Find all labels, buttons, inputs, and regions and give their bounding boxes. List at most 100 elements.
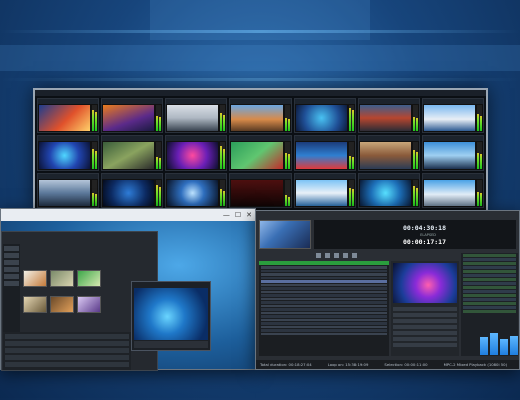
multiviewer-tile[interactable] xyxy=(37,135,100,171)
list-item[interactable] xyxy=(261,304,387,307)
list-item[interactable] xyxy=(463,258,516,261)
table-row[interactable] xyxy=(5,348,129,353)
folder-item[interactable] xyxy=(4,281,19,286)
minimize-button[interactable]: — xyxy=(223,209,230,221)
list-item[interactable] xyxy=(261,301,387,304)
table-row[interactable] xyxy=(5,334,129,339)
multiviewer-tile[interactable] xyxy=(357,172,420,208)
loop-icon[interactable] xyxy=(352,252,357,258)
remaining-timer: 00:00:17:17 xyxy=(402,238,446,246)
program-preview[interactable] xyxy=(259,220,311,249)
list-item[interactable] xyxy=(261,280,387,283)
device-name: MPC-2 Mixed Playback (1080i 50) xyxy=(443,362,508,367)
list-item[interactable] xyxy=(261,290,387,293)
list-item[interactable] xyxy=(261,269,387,272)
media-thumbnail[interactable] xyxy=(77,296,101,313)
list-item[interactable] xyxy=(463,298,516,301)
media-thumbnail[interactable] xyxy=(23,270,47,287)
list-item[interactable] xyxy=(261,332,387,335)
close-button[interactable]: ✕ xyxy=(246,209,252,221)
tile-video xyxy=(423,142,475,169)
multiviewer-tile[interactable] xyxy=(293,172,356,208)
multiviewer-tile[interactable] xyxy=(357,98,420,134)
maximize-button[interactable]: ☐ xyxy=(235,209,241,221)
list-item[interactable] xyxy=(463,286,516,289)
list-item[interactable] xyxy=(463,278,516,281)
list-item[interactable] xyxy=(261,297,387,300)
video-preview[interactable] xyxy=(134,288,208,340)
list-item[interactable] xyxy=(463,274,516,277)
list-item[interactable] xyxy=(261,311,387,314)
list-item[interactable] xyxy=(463,254,516,257)
folder-item[interactable] xyxy=(4,246,19,251)
multiviewer-tile[interactable] xyxy=(357,135,420,171)
multiviewer-tile[interactable] xyxy=(229,172,292,208)
multiviewer-tile[interactable] xyxy=(165,98,228,134)
list-item[interactable] xyxy=(463,266,516,269)
list-item[interactable] xyxy=(261,273,387,276)
pause-icon[interactable] xyxy=(325,252,330,258)
folder-item[interactable] xyxy=(4,267,19,272)
list-item[interactable] xyxy=(261,276,387,279)
list-item[interactable] xyxy=(463,282,516,285)
list-item[interactable] xyxy=(261,294,387,297)
multiviewer-tile[interactable] xyxy=(37,98,100,134)
multiviewer-tile[interactable] xyxy=(421,172,484,208)
list-item[interactable] xyxy=(463,306,516,309)
tile-video xyxy=(359,179,411,206)
list-item[interactable] xyxy=(463,302,516,305)
background-panel xyxy=(150,0,370,40)
multiviewer-tile[interactable] xyxy=(101,98,164,134)
audio-level-meter xyxy=(156,142,162,169)
multiviewer-tile[interactable] xyxy=(101,172,164,208)
stop-icon[interactable] xyxy=(334,252,339,258)
list-item[interactable] xyxy=(261,283,387,286)
list-item[interactable] xyxy=(261,308,387,311)
list-item[interactable] xyxy=(463,290,516,293)
tile-video xyxy=(423,105,475,132)
list-item[interactable] xyxy=(261,266,387,269)
list-item[interactable] xyxy=(261,322,387,325)
tile-video xyxy=(231,142,283,169)
multiviewer-tile[interactable] xyxy=(101,135,164,171)
media-thumbnail[interactable] xyxy=(23,296,47,313)
clip-video[interactable] xyxy=(393,263,457,303)
media-thumbnail[interactable] xyxy=(77,270,101,287)
multiviewer-tile[interactable] xyxy=(165,135,228,171)
folder-item[interactable] xyxy=(4,253,19,258)
multiviewer-tile[interactable] xyxy=(229,98,292,134)
multiviewer-tile[interactable] xyxy=(37,172,100,208)
list-item[interactable] xyxy=(261,287,387,290)
multiviewer-tile[interactable] xyxy=(229,135,292,171)
desktop-wallpaper xyxy=(1,221,255,371)
multiviewer-tile[interactable] xyxy=(165,172,228,208)
folder-item[interactable] xyxy=(4,274,19,279)
list-item[interactable] xyxy=(261,329,387,332)
skip-icon[interactable] xyxy=(343,252,348,258)
table-row[interactable] xyxy=(5,355,129,360)
table-row[interactable] xyxy=(5,362,129,367)
total-duration: Total duration: 00:18:27:04 xyxy=(260,362,312,367)
list-item[interactable] xyxy=(261,318,387,321)
multiviewer-tile[interactable] xyxy=(293,98,356,134)
multiviewer-tile[interactable] xyxy=(421,98,484,134)
list-item[interactable] xyxy=(261,315,387,318)
list-item[interactable] xyxy=(463,262,516,265)
tile-label-bar xyxy=(422,99,483,104)
list-item[interactable] xyxy=(463,310,516,313)
multiviewer-tile[interactable] xyxy=(293,135,356,171)
list-item[interactable] xyxy=(463,270,516,273)
multiviewer-tile[interactable] xyxy=(421,135,484,171)
player-controls[interactable] xyxy=(134,341,208,348)
audio-meter-bar xyxy=(510,335,518,355)
table-row[interactable] xyxy=(5,341,129,346)
play-icon[interactable] xyxy=(316,252,321,258)
folder-item[interactable] xyxy=(4,260,19,265)
list-item[interactable] xyxy=(261,325,387,328)
media-thumbnail[interactable] xyxy=(50,270,74,287)
list-item[interactable] xyxy=(463,294,516,297)
audio-level-meter xyxy=(284,142,290,169)
media-thumbnail[interactable] xyxy=(50,296,74,313)
audio-level-meter xyxy=(92,179,98,206)
tile-label-bar xyxy=(166,136,227,142)
